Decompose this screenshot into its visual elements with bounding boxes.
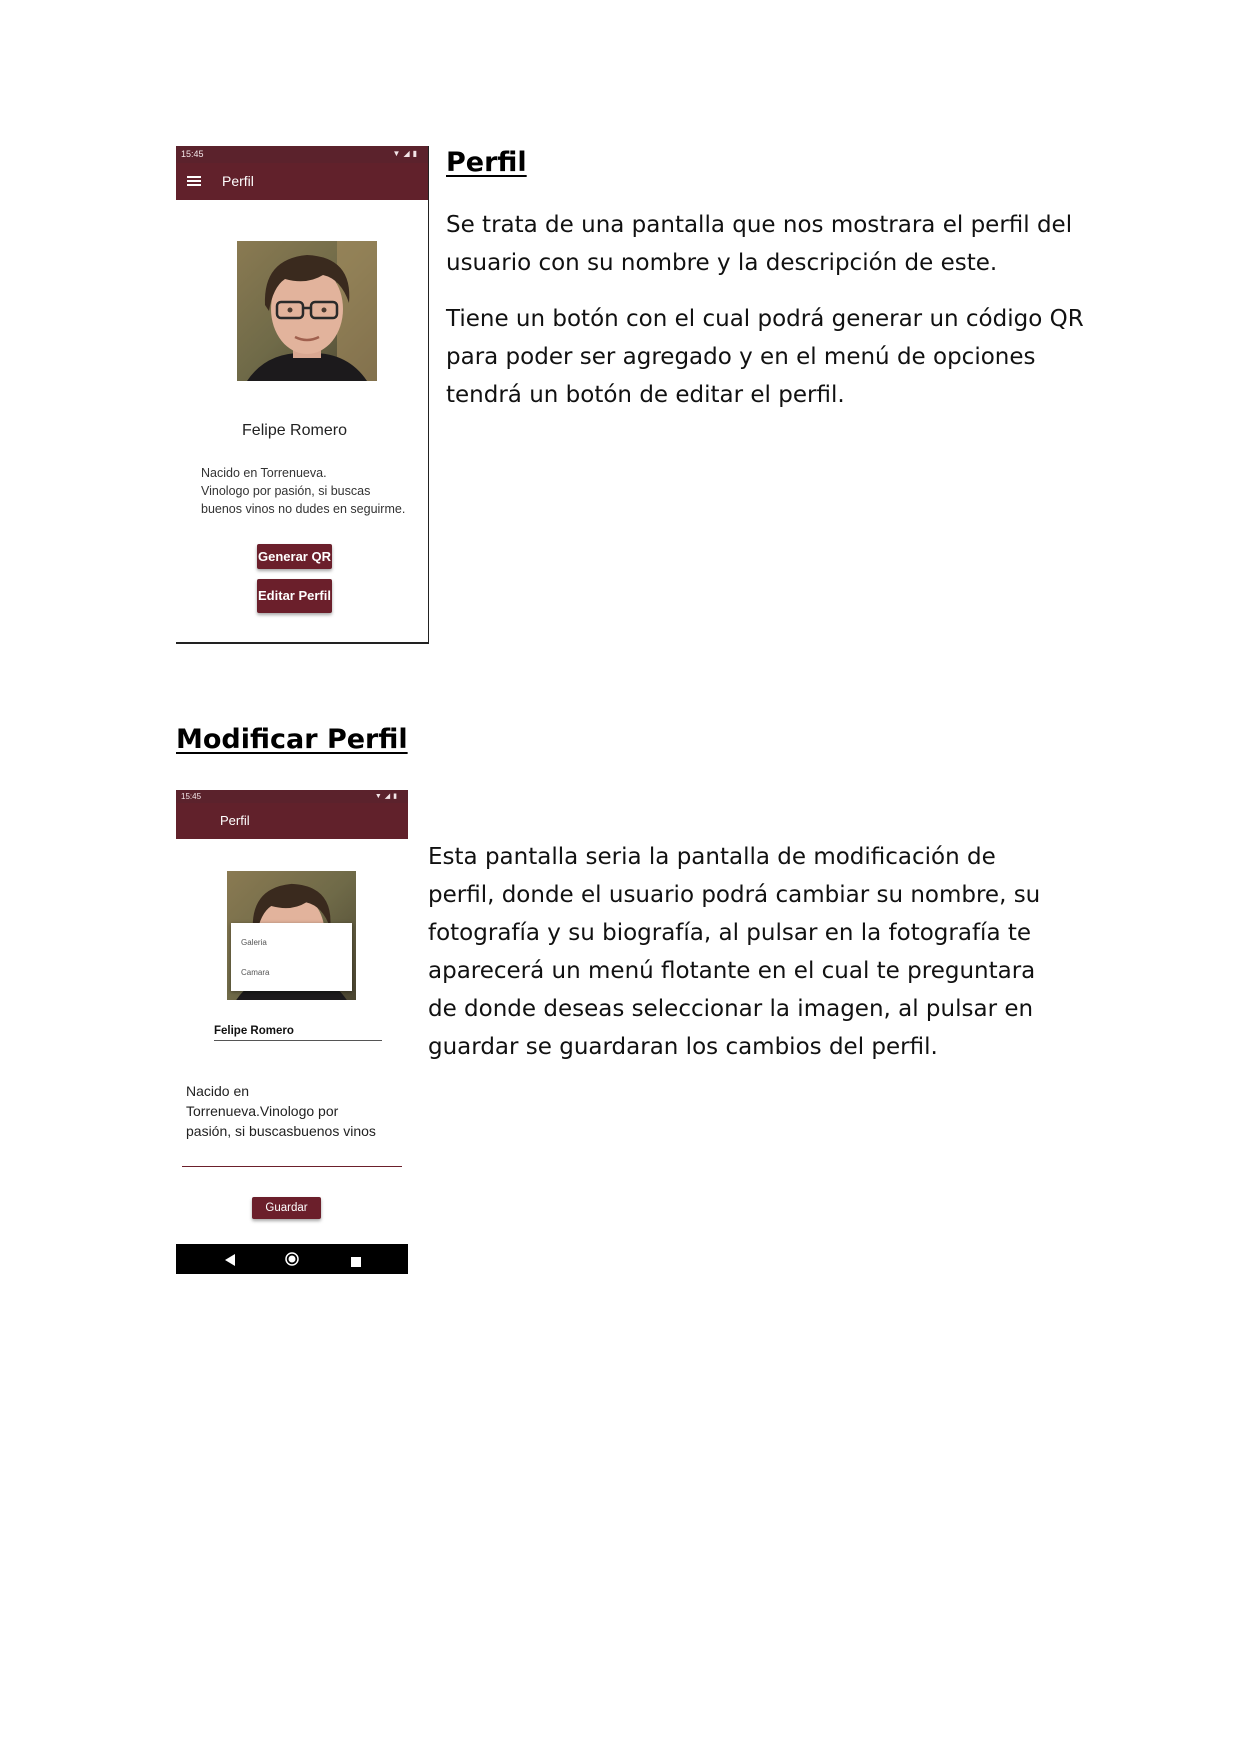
wifi-icon: ▼ — [392, 149, 404, 158]
bio-line: pasión, si buscasbuenos vinos — [186, 1123, 376, 1139]
popup-option-camara[interactable]: Camara — [241, 968, 269, 977]
section-heading-perfil: Perfil — [446, 147, 527, 178]
battery-icon: ▮ — [412, 149, 420, 158]
bio-line: Nacido en — [186, 1083, 250, 1099]
bio-line: buenos vinos no dudes en seguirme. — [201, 502, 406, 516]
status-icons: ▼◢▮ — [375, 792, 400, 800]
hamburger-menu-icon[interactable] — [187, 174, 201, 188]
perfil-description-1: Se trata de una pantalla que nos mostrar… — [446, 212, 1073, 276]
wifi-icon: ▼ — [374, 793, 385, 800]
bio-line: Torrenueva.Vinologo por — [186, 1103, 339, 1119]
image-source-popup: Galeria Camara — [231, 923, 352, 991]
back-icon[interactable] — [224, 1253, 236, 1271]
bio-line: Vinologo por pasión, si buscas — [201, 484, 371, 498]
generate-qr-button[interactable]: Generar QR — [257, 544, 332, 569]
user-bio: Nacido en Torrenueva. Vinologo por pasió… — [201, 464, 405, 518]
status-icons: ▼◢▮ — [393, 149, 420, 158]
toolbar-title: Perfil — [220, 813, 250, 828]
toolbar-title: Perfil — [222, 173, 254, 189]
modificar-perfil-description: Esta pantalla seria la pantalla de modif… — [428, 844, 1041, 1060]
app-toolbar: Perfil — [176, 163, 428, 200]
edit-profile-button[interactable]: Editar Perfil — [257, 579, 332, 613]
app-toolbar: Perfil — [176, 803, 408, 839]
status-time: 15:45 — [181, 792, 202, 801]
edit-profile-screen-mockup: 15:45 ▼◢▮ Perfil Galeria Camara Felipe R… — [176, 790, 408, 1274]
bio-input-text: Nacido en Torrenueva.Vinologo por pasión… — [186, 1081, 376, 1141]
status-bar: 15:45 ▼◢▮ — [176, 146, 428, 163]
android-nav-bar — [176, 1244, 408, 1274]
signal-icon: ◢ — [384, 793, 394, 800]
avatar — [237, 241, 377, 381]
perfil-description-2: Tiene un botón con el cual podrá generar… — [446, 306, 1084, 408]
recents-icon[interactable] — [351, 1254, 361, 1272]
home-icon[interactable] — [285, 1252, 299, 1271]
name-input-value: Felipe Romero — [214, 1025, 294, 1037]
status-time: 15:45 — [181, 149, 204, 159]
user-name: Felipe Romero — [242, 422, 347, 439]
popup-option-galeria[interactable]: Galeria — [241, 938, 267, 947]
status-bar: 15:45 ▼◢▮ — [176, 790, 408, 803]
bio-line: Nacido en Torrenueva. — [201, 466, 327, 480]
profile-screen-mockup: 15:45 ▼◢▮ Perfil Felipe Romero Nacido en… — [176, 146, 429, 644]
signal-icon: ◢ — [403, 149, 413, 158]
save-button[interactable]: Guardar — [252, 1197, 321, 1219]
battery-icon: ▮ — [393, 793, 400, 800]
avatar-picker[interactable]: Galeria Camara — [227, 871, 356, 1000]
section-heading-modificar-perfil: Modificar Perfil — [176, 724, 408, 755]
name-input[interactable]: Felipe Romero — [214, 1025, 382, 1041]
bio-input[interactable]: Nacido en Torrenueva.Vinologo por pasión… — [182, 1081, 402, 1167]
